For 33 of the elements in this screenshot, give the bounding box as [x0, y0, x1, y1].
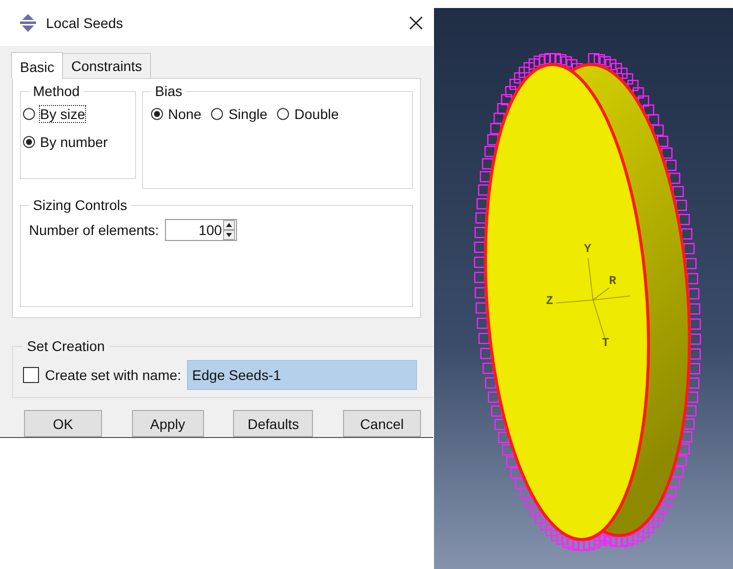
group-title: Bias [154, 83, 184, 99]
dialog-button[interactable]: Defaults [233, 410, 314, 437]
group-title: Method [32, 83, 81, 99]
spin-field[interactable]: 100 [164, 219, 237, 241]
axis-label: Z [546, 294, 554, 308]
radio-label: Double [293, 105, 340, 123]
spin-arrows-icon[interactable] [222, 220, 235, 240]
radio-label: None [167, 105, 202, 123]
name-field[interactable]: Edge Seeds-1 [187, 360, 417, 390]
field-label: Number of elements: [29, 222, 159, 238]
app-icon [18, 14, 38, 32]
radio-button[interactable] [277, 108, 290, 120]
dialog-button[interactable]: OK [24, 410, 102, 437]
group-title: Sizing Controls [32, 197, 128, 213]
radio-button[interactable] [23, 136, 35, 148]
radio-button[interactable] [211, 108, 224, 120]
group-title: Set Creation [26, 338, 106, 354]
axis-label: R [609, 274, 616, 288]
axis-label: T [602, 336, 610, 350]
radio-label: Single [227, 105, 268, 123]
checkbox[interactable] [23, 367, 39, 383]
dialog-button[interactable]: Cancel [342, 410, 421, 437]
radio-label: By size [39, 105, 86, 123]
window-title: Local Seeds [46, 15, 124, 31]
dialog-button[interactable]: Apply [132, 410, 204, 437]
tab[interactable]: Basic [11, 52, 64, 79]
close-icon[interactable] [409, 16, 423, 30]
axis-label: Y [584, 242, 592, 256]
radio-button[interactable] [23, 108, 35, 120]
radio-label: By number [39, 133, 109, 151]
radio-button[interactable] [151, 108, 163, 120]
tab[interactable]: Constraints [62, 53, 152, 78]
checkbox-label: Create set with name: [45, 367, 182, 383]
